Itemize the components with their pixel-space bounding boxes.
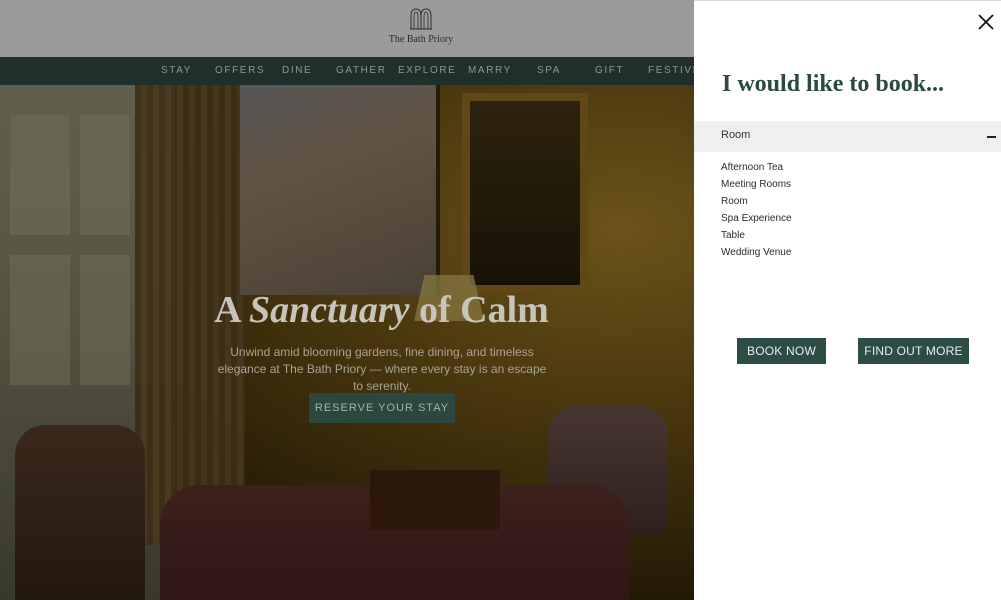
drawer-title: I would like to book... [722, 71, 945, 97]
option-spa-experience[interactable]: Spa Experience [721, 210, 921, 227]
option-wedding-venue[interactable]: Wedding Venue [721, 244, 921, 261]
option-room[interactable]: Room [721, 193, 921, 210]
booking-drawer: I would like to book... Room Afternoon T… [694, 0, 1001, 600]
booking-type-options: Afternoon Tea Meeting Rooms Room Spa Exp… [721, 159, 921, 261]
close-button[interactable] [976, 13, 996, 33]
minus-icon[interactable] [987, 136, 996, 138]
modal-backdrop[interactable] [0, 0, 694, 600]
find-out-more-button[interactable]: FIND OUT MORE [858, 338, 969, 364]
close-icon [978, 13, 994, 30]
book-now-button[interactable]: BOOK NOW [737, 338, 826, 364]
booking-type-selected: Room [721, 129, 751, 141]
page: The Bath Priory STAY OFFERS DINE GATHER … [0, 0, 1001, 600]
option-meeting-rooms[interactable]: Meeting Rooms [721, 176, 921, 193]
option-table[interactable]: Table [721, 227, 921, 244]
booking-type-select[interactable]: Room [694, 121, 1001, 152]
option-afternoon-tea[interactable]: Afternoon Tea [721, 159, 921, 176]
